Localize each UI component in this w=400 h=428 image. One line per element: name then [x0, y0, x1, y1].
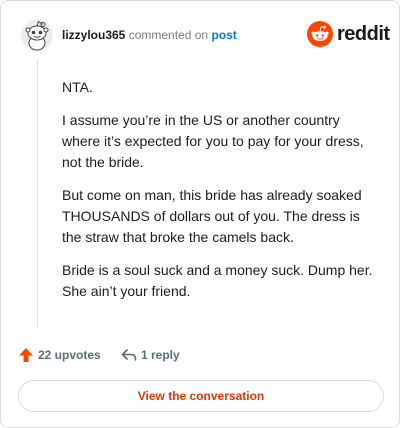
reply-button[interactable]: 1 reply	[121, 345, 180, 365]
reddit-snoo-icon	[307, 21, 333, 47]
comment-header: lizzylou365 commented on post reddit	[17, 15, 390, 55]
post-link[interactable]: post	[211, 28, 236, 42]
username-link[interactable]: lizzylou365	[62, 28, 125, 42]
upvote-arrow-icon	[19, 348, 33, 362]
view-conversation-button[interactable]: View the conversation	[18, 380, 384, 412]
comment-body: NTA. I assume you’re in the US or anothe…	[62, 77, 378, 314]
reddit-wordmark: reddit	[337, 23, 390, 45]
thread-line	[37, 59, 38, 329]
snoo-avatar-icon[interactable]	[21, 19, 53, 51]
commented-on-text: commented on	[128, 28, 209, 42]
reply-count: 1 reply	[141, 348, 180, 362]
comment-actions: 22 upvotes 1 reply	[18, 345, 378, 365]
reddit-logo[interactable]: reddit	[307, 21, 390, 47]
comment-paragraph: But come on man, this bride has already …	[62, 187, 362, 245]
upvote-count: 22 upvotes	[38, 348, 101, 362]
comment-paragraph: NTA.	[62, 79, 93, 95]
comment-card: lizzylou365 commented on post reddit NTA…	[0, 0, 400, 428]
reply-arrow-icon	[121, 349, 137, 361]
comment-paragraph: I assume you’re in the US or another cou…	[62, 112, 364, 170]
upvote-button[interactable]: 22 upvotes	[18, 345, 101, 365]
comment-paragraph: Bride is a soul suck and a money suck. D…	[62, 262, 373, 299]
comment-meta: lizzylou365 commented on post	[62, 28, 237, 42]
